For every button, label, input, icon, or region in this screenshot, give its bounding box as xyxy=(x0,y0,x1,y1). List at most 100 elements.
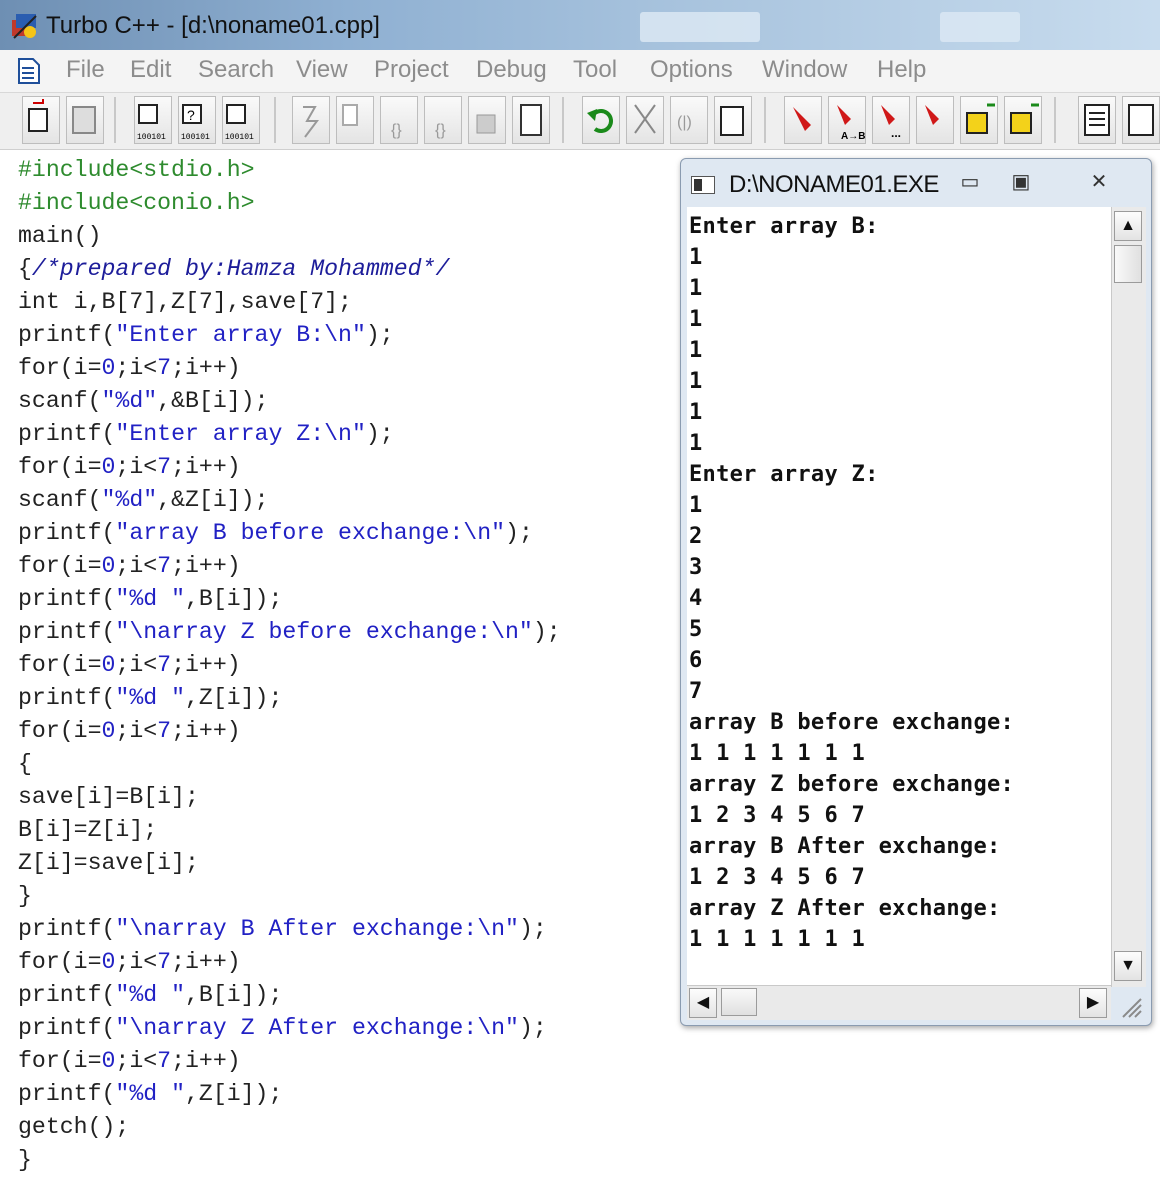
resize-grip-icon[interactable] xyxy=(1113,989,1143,1019)
document-icon[interactable] xyxy=(18,58,40,84)
code-token: ;i< xyxy=(115,949,158,975)
paste-icon[interactable] xyxy=(714,96,752,144)
code-line: for(i=0;i<7;i++) xyxy=(18,550,241,583)
code-token: for(i= xyxy=(18,718,102,744)
menu-view[interactable]: View xyxy=(296,56,348,84)
code-token: for(i= xyxy=(18,454,102,480)
output-window-icon[interactable] xyxy=(1122,96,1160,144)
code-line: for(i=0;i<7;i++) xyxy=(18,451,241,484)
minimize-button[interactable]: ▭ xyxy=(953,167,987,199)
code-line: printf("\narray Z before exchange:\n"); xyxy=(18,616,561,649)
code-token: ;i++) xyxy=(171,718,241,744)
code-token: printf( xyxy=(18,1015,116,1041)
replace-icon[interactable]: A→B xyxy=(828,96,866,144)
menu-bar: File Edit Search View Project Debug Tool… xyxy=(0,50,1160,93)
maximize-button[interactable]: ▣ xyxy=(1001,167,1041,199)
code-line: printf("\narray B After exchange:\n"); xyxy=(18,913,547,946)
compile-icon[interactable]: 100101 xyxy=(134,96,172,144)
code-token: 0 xyxy=(101,949,116,975)
make-icon[interactable] xyxy=(292,96,330,144)
scroll-up-button[interactable]: ▲ xyxy=(1114,211,1142,241)
breakpoint-icon[interactable] xyxy=(512,96,550,144)
code-token: 7 xyxy=(157,718,172,744)
menu-search[interactable]: Search xyxy=(198,56,274,84)
code-token: ;i++) xyxy=(171,949,241,975)
svg-text:...: ... xyxy=(891,126,901,140)
title-bar-highlight xyxy=(940,12,1020,42)
menu-file[interactable]: File xyxy=(66,56,105,84)
console-title-bar[interactable]: D:\NONAME01.EXE ▭ ▣ ✕ xyxy=(681,159,1151,207)
code-token: 7 xyxy=(157,949,172,975)
menu-window[interactable]: Window xyxy=(762,56,847,84)
step-icon[interactable]: {} xyxy=(380,96,418,144)
search-again-icon[interactable]: ... xyxy=(872,96,910,144)
code-token: 0 xyxy=(101,355,116,381)
menu-debug[interactable]: Debug xyxy=(476,56,547,84)
code-token: "Enter array Z:\n" xyxy=(115,421,366,447)
code-token: for(i= xyxy=(18,355,102,381)
cut-icon[interactable] xyxy=(626,96,664,144)
export-icon[interactable] xyxy=(1004,96,1042,144)
turbo-cpp-app-icon[interactable] xyxy=(10,12,40,40)
code-editor[interactable]: #include<stdio.h> #include<conio.h> main()… xyxy=(0,150,680,1173)
import-icon[interactable] xyxy=(960,96,998,144)
code-token: } xyxy=(18,1147,32,1173)
svg-text:100101: 100101 xyxy=(181,133,210,142)
compile-help-icon[interactable]: ? 100101 xyxy=(178,96,216,144)
scroll-down-button[interactable]: ▼ xyxy=(1114,951,1142,981)
scroll-right-button[interactable]: ▶ xyxy=(1079,988,1107,1018)
close-button[interactable]: ✕ xyxy=(1069,167,1129,199)
vertical-scrollbar[interactable]: ▲ ▼ xyxy=(1111,207,1146,987)
menu-tool[interactable]: Tool xyxy=(573,56,617,84)
message-window-icon[interactable] xyxy=(1078,96,1116,144)
open-file-icon[interactable] xyxy=(22,96,60,144)
code-token: #include<conio.h> xyxy=(18,190,255,216)
scroll-left-button[interactable]: ◀ xyxy=(689,988,717,1018)
run-icon[interactable] xyxy=(336,96,374,144)
code-token: int i,B[7],Z[7],save[7]; xyxy=(18,289,352,315)
menu-project[interactable]: Project xyxy=(374,56,449,84)
console-output-area[interactable]: Enter array B: 1 1 1 1 1 1 1 Enter array Z: 1 2 3 4 5… xyxy=(687,207,1111,987)
code-token: printf( xyxy=(18,916,116,942)
watch-icon[interactable] xyxy=(468,96,506,144)
menu-edit[interactable]: Edit xyxy=(130,56,171,84)
code-token: save[i]=B[i]; xyxy=(18,784,199,810)
console-title: D:\NONAME01.EXE xyxy=(729,171,939,198)
build-icon[interactable]: 100101 xyxy=(222,96,260,144)
console-icon xyxy=(691,176,715,194)
svg-text:?: ? xyxy=(187,107,195,123)
console-text: Enter array B: 1 1 1 1 1 1 1 Enter array Z: 1 2 3 4 5… xyxy=(687,207,1111,987)
copy-icon[interactable]: (|) xyxy=(670,96,708,144)
code-token: printf( xyxy=(18,520,116,546)
horizontal-scroll-thumb[interactable] xyxy=(721,988,757,1016)
console-output-line: 1 xyxy=(689,400,703,425)
menu-options[interactable]: Options xyxy=(650,56,733,84)
vertical-scroll-thumb[interactable] xyxy=(1114,245,1142,283)
code-token: ;i++) xyxy=(171,355,241,381)
go-to-icon[interactable] xyxy=(916,96,954,144)
trace-icon[interactable]: {} xyxy=(424,96,462,144)
code-line: } xyxy=(18,1144,32,1177)
menu-help[interactable]: Help xyxy=(877,56,926,84)
undo-icon[interactable] xyxy=(582,96,620,144)
code-token: "%d" xyxy=(101,388,158,414)
code-token: ); xyxy=(518,1015,547,1041)
code-token: printf( xyxy=(18,421,116,447)
code-token: ); xyxy=(532,619,561,645)
code-token: B[i]=Z[i]; xyxy=(18,817,158,843)
find-icon[interactable] xyxy=(784,96,822,144)
code-line: printf("array B before exchange:\n"); xyxy=(18,517,533,550)
code-line: for(i=0;i<7;i++) xyxy=(18,352,241,385)
console-output-line: 1 1 1 1 1 1 1 xyxy=(689,927,866,952)
console-output-line: 1 xyxy=(689,276,703,301)
window-title: Turbo C++ - [d:\noname01.cpp] xyxy=(46,12,380,39)
code-token: 7 xyxy=(157,553,172,579)
horizontal-scrollbar[interactable]: ◀ ▶ xyxy=(687,985,1111,1020)
svg-text:(|): (|) xyxy=(677,114,692,131)
code-token: Z[i]=save[i]; xyxy=(18,850,199,876)
console-window[interactable]: D:\NONAME01.EXE ▭ ▣ ✕ Enter array B: 1 1 1 1… xyxy=(680,158,1152,1026)
save-icon[interactable] xyxy=(66,96,104,144)
console-output-line: 3 xyxy=(689,555,703,580)
code-token: getch(); xyxy=(18,1114,130,1140)
code-token: 7 xyxy=(157,1048,172,1074)
